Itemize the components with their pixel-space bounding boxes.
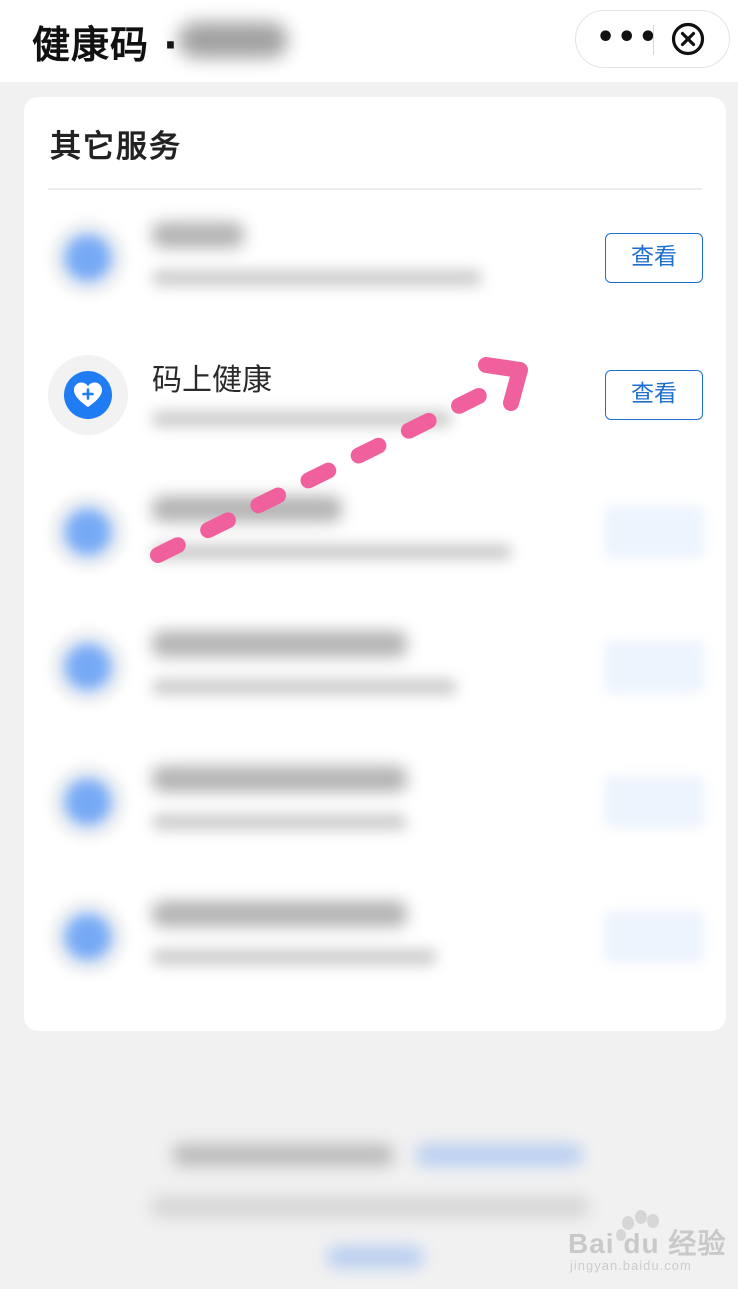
annotation-arrow (150, 357, 528, 563)
watermark-brand: Bai du 经验 (568, 1228, 727, 1259)
watermark-url: jingyan.baidu.com (570, 1258, 692, 1273)
